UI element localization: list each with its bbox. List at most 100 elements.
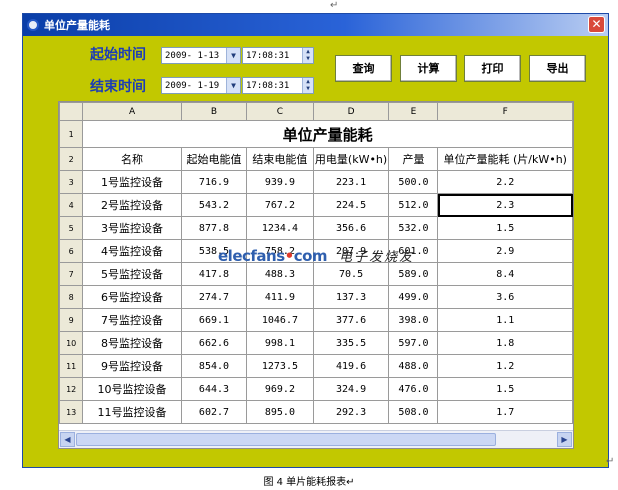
table-cell[interactable]: 644.3 <box>180 377 248 401</box>
table-cell[interactable]: 324.9 <box>312 377 390 401</box>
row-header[interactable]: 7 <box>59 262 84 286</box>
table-cell[interactable]: 8.4 <box>437 262 573 286</box>
row-header[interactable]: 3 <box>59 170 84 194</box>
start-date-picker[interactable]: 2009- 1-13 ▼ <box>161 47 241 64</box>
table-cell[interactable]: 10号监控设备 <box>82 377 182 401</box>
scrollbar-thumb[interactable] <box>76 433 496 446</box>
table-cell[interactable]: 1.1 <box>437 308 573 332</box>
table-cell[interactable]: 4号监控设备 <box>82 239 182 263</box>
table-cell[interactable]: 223.1 <box>312 170 390 194</box>
table-header-cell[interactable]: 结束电能值 <box>246 147 314 171</box>
scroll-left-icon[interactable]: ◀ <box>60 432 75 447</box>
table-cell[interactable]: 419.6 <box>312 354 390 378</box>
table-cell[interactable]: 292.3 <box>312 400 390 424</box>
close-button[interactable]: ✕ <box>588 16 605 33</box>
table-cell[interactable]: 2.3 <box>437 193 573 217</box>
table-cell[interactable]: 1.5 <box>437 216 573 240</box>
table-cell[interactable]: 3号监控设备 <box>82 216 182 240</box>
table-cell[interactable]: 9号监控设备 <box>82 354 182 378</box>
end-time-stepper[interactable]: 17:08:31 ▲ ▼ <box>242 77 314 94</box>
table-cell[interactable]: 2.9 <box>437 239 573 263</box>
table-cell[interactable]: 356.6 <box>312 216 390 240</box>
table-cell[interactable]: 398.0 <box>388 308 439 332</box>
table-cell[interactable]: 335.5 <box>312 331 390 355</box>
table-cell[interactable]: 1234.4 <box>246 216 314 240</box>
table-cell[interactable]: 939.9 <box>246 170 314 194</box>
column-header[interactable]: A <box>82 102 182 121</box>
end-date-picker[interactable]: 2009- 1-19 ▼ <box>161 77 241 94</box>
table-cell[interactable]: 5号监控设备 <box>82 262 182 286</box>
table-cell[interactable]: 602.7 <box>180 400 248 424</box>
table-cell[interactable]: 137.3 <box>312 285 390 309</box>
row-header[interactable]: 9 <box>59 308 84 332</box>
column-header[interactable]: E <box>388 102 439 121</box>
table-cell[interactable]: 1号监控设备 <box>82 170 182 194</box>
table-cell[interactable]: 767.2 <box>246 193 314 217</box>
table-cell[interactable]: 488.0 <box>388 354 439 378</box>
table-cell[interactable]: 508.0 <box>388 400 439 424</box>
chevron-down-icon[interactable]: ▼ <box>226 78 240 93</box>
row-header[interactable]: 12 <box>59 377 84 401</box>
row-header[interactable]: 2 <box>59 147 84 171</box>
spreadsheet-grid[interactable]: A B C D E F 1 单位产量能耗 2 名称 起始电能值 结束电能值 用电… <box>58 101 574 449</box>
row-header[interactable]: 10 <box>59 331 84 355</box>
table-cell[interactable]: 500.0 <box>388 170 439 194</box>
table-cell[interactable]: 512.0 <box>388 193 439 217</box>
table-cell[interactable]: 3.6 <box>437 285 573 309</box>
row-header[interactable]: 13 <box>59 400 84 424</box>
chevron-down-icon[interactable]: ▼ <box>226 48 240 63</box>
column-header[interactable]: F <box>437 102 573 121</box>
table-cell[interactable]: 274.7 <box>180 285 248 309</box>
row-header[interactable]: 5 <box>59 216 84 240</box>
table-cell[interactable]: 662.6 <box>180 331 248 355</box>
table-cell[interactable]: 1046.7 <box>246 308 314 332</box>
column-header[interactable]: B <box>180 102 248 121</box>
sheet-title[interactable]: 单位产量能耗 <box>82 120 573 148</box>
table-cell[interactable]: 488.3 <box>246 262 314 286</box>
table-cell[interactable]: 716.9 <box>180 170 248 194</box>
spin-arrows-icon[interactable]: ▲ ▼ <box>302 78 313 93</box>
row-header[interactable]: 1 <box>59 120 84 148</box>
table-cell[interactable]: 224.5 <box>312 193 390 217</box>
table-cell[interactable]: 597.0 <box>388 331 439 355</box>
table-cell[interactable]: 895.0 <box>246 400 314 424</box>
table-cell[interactable]: 1.5 <box>437 377 573 401</box>
table-cell[interactable]: 377.6 <box>312 308 390 332</box>
table-cell[interactable]: 11号监控设备 <box>82 400 182 424</box>
table-cell[interactable]: 6号监控设备 <box>82 285 182 309</box>
print-button[interactable]: 打印 <box>464 55 521 82</box>
table-cell[interactable]: 543.2 <box>180 193 248 217</box>
column-header[interactable]: D <box>312 102 390 121</box>
table-cell[interactable]: 476.0 <box>388 377 439 401</box>
table-header-cell[interactable]: 单位产量能耗 (片/kW•h) <box>437 147 573 171</box>
row-header[interactable]: 4 <box>59 193 84 217</box>
table-cell[interactable]: 854.0 <box>180 354 248 378</box>
table-cell[interactable]: 417.8 <box>180 262 248 286</box>
calc-button[interactable]: 计算 <box>400 55 457 82</box>
table-cell[interactable]: 1273.5 <box>246 354 314 378</box>
table-cell[interactable]: 669.1 <box>180 308 248 332</box>
table-header-cell[interactable]: 名称 <box>82 147 182 171</box>
table-cell[interactable]: 411.9 <box>246 285 314 309</box>
start-time-stepper[interactable]: 17:08:31 ▲ ▼ <box>242 47 314 64</box>
table-cell[interactable]: 7号监控设备 <box>82 308 182 332</box>
spin-arrows-icon[interactable]: ▲ ▼ <box>302 48 313 63</box>
table-cell[interactable]: 998.1 <box>246 331 314 355</box>
scroll-right-icon[interactable]: ▶ <box>557 432 572 447</box>
table-cell[interactable]: 2号监控设备 <box>82 193 182 217</box>
table-cell[interactable]: 1.2 <box>437 354 573 378</box>
table-cell[interactable]: 499.0 <box>388 285 439 309</box>
table-header-cell[interactable]: 产量 <box>388 147 439 171</box>
table-cell[interactable]: 8号监控设备 <box>82 331 182 355</box>
column-header[interactable]: C <box>246 102 314 121</box>
table-header-cell[interactable]: 用电量(kW•h) <box>312 147 390 171</box>
row-header[interactable]: 6 <box>59 239 84 263</box>
table-cell[interactable]: 1.8 <box>437 331 573 355</box>
row-header[interactable]: 8 <box>59 285 84 309</box>
table-cell[interactable]: 969.2 <box>246 377 314 401</box>
table-cell[interactable]: 70.5 <box>312 262 390 286</box>
query-button[interactable]: 查询 <box>335 55 392 82</box>
table-cell[interactable]: 532.0 <box>388 216 439 240</box>
grid-corner[interactable] <box>59 102 84 121</box>
table-cell[interactable]: 2.2 <box>437 170 573 194</box>
